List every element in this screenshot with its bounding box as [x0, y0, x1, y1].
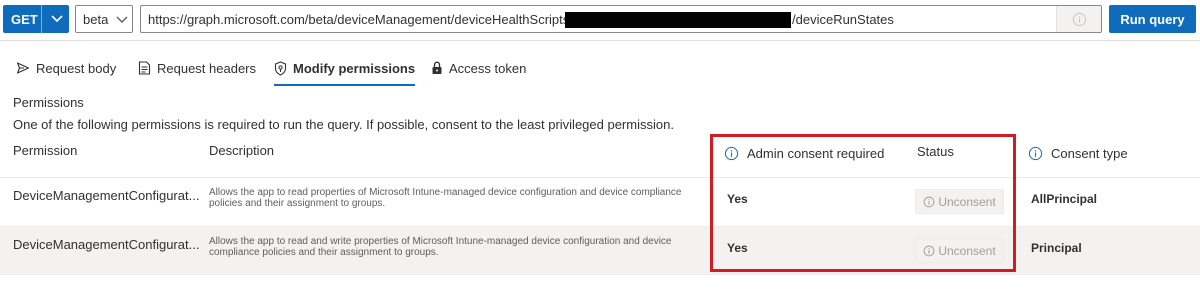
method-divider [41, 5, 42, 33]
request-tabs: Request body Request headers Modify perm… [0, 50, 1200, 86]
tab-label: Access token [449, 60, 527, 76]
permission-description: Allows the app to read properties of Mic… [209, 187, 682, 209]
http-method-dropdown[interactable]: GET [3, 5, 69, 33]
column-header-consent-type[interactable]: Consent type [1028, 146, 1128, 161]
url-input[interactable]: https://graph.microsoft.com/beta/deviceM… [140, 5, 1102, 33]
version-dropdown[interactable]: beta [75, 5, 133, 33]
info-icon [1072, 12, 1087, 27]
tab-access-token[interactable]: Access token [431, 50, 526, 86]
lock-icon [431, 61, 443, 75]
chevron-down-icon [50, 11, 64, 28]
chevron-down-icon [115, 12, 129, 29]
table-bottom-divider [0, 274, 1200, 275]
tab-request-headers[interactable]: Request headers [138, 50, 256, 86]
http-method-label: GET [11, 12, 38, 27]
url-prefix: https://graph.microsoft.com/beta/deviceM… [148, 12, 573, 27]
permissions-title: Permissions [13, 95, 84, 110]
tab-label: Request body [36, 60, 117, 76]
tab-request-body[interactable]: Request body [16, 50, 116, 86]
send-icon [16, 61, 30, 75]
permission-description: Allows the app to read and write propert… [209, 236, 672, 258]
shield-key-icon [274, 60, 287, 76]
url-info-button[interactable] [1056, 6, 1101, 32]
url-suffix: /deviceRunStates [792, 12, 894, 27]
highlight-box [710, 134, 1016, 272]
consent-type-value: Principal [1031, 241, 1082, 255]
column-header-permission[interactable]: Permission [13, 143, 77, 158]
version-label: beta [83, 12, 109, 27]
info-icon[interactable] [1028, 146, 1043, 161]
tab-label: Request headers [157, 60, 257, 76]
document-icon [138, 61, 151, 75]
tab-modify-permissions[interactable]: Modify permissions [274, 50, 416, 86]
tab-label: Modify permissions [293, 60, 416, 76]
table-row[interactable]: DeviceManagementConfigurat... Allows the… [0, 177, 1200, 225]
redacted-segment [565, 12, 791, 28]
run-query-button[interactable]: Run query [1109, 5, 1196, 33]
permission-name: DeviceManagementConfigurat... [13, 188, 200, 203]
permission-name: DeviceManagementConfigurat... [13, 237, 200, 252]
consent-type-value: AllPrincipal [1031, 192, 1098, 206]
table-row[interactable]: DeviceManagementConfigurat... Allows the… [0, 226, 1200, 274]
permissions-subtitle: One of the following permissions is requ… [13, 117, 674, 132]
query-bar: GET beta https://graph.microsoft.com/bet… [0, 0, 1200, 41]
column-header-description[interactable]: Description [209, 143, 274, 158]
